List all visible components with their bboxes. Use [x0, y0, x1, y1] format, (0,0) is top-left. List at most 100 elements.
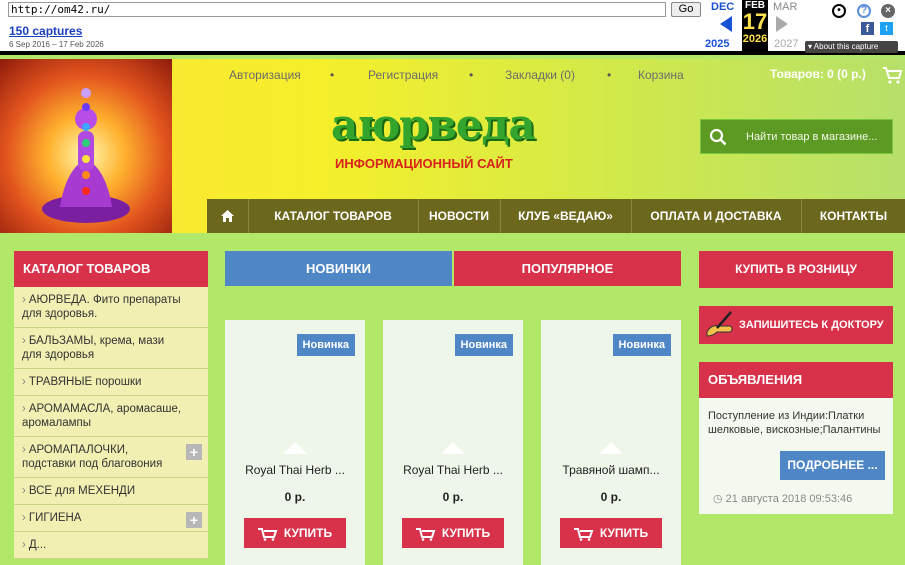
nav-contacts[interactable]: КОНТАКТЫ — [801, 199, 905, 233]
help-icon[interactable]: ? — [857, 4, 871, 18]
catalog-item-label: Д... — [28, 539, 47, 551]
tab-popular[interactable]: ПОПУЛЯРНОЕ — [454, 251, 681, 286]
image-placeholder-icon — [599, 442, 623, 454]
announcements-title: ОБЪЯВЛЕНИЯ — [699, 362, 893, 398]
product-name[interactable]: Травяной шамп... — [541, 463, 681, 477]
catalog-item-label: АЮРВЕДА. Фито препараты для здоровья. — [22, 294, 181, 320]
bookmarks-link[interactable]: Закладки (0) — [505, 68, 575, 82]
expand-plus-icon[interactable]: + — [186, 512, 202, 528]
captures-link[interactable]: 150 captures — [9, 24, 82, 38]
separator: • — [607, 68, 612, 82]
product-tabs: НОВИНКИ ПОПУЛЯРНОЕ — [225, 251, 681, 286]
nav-payment-delivery[interactable]: ОПЛАТА И ДОСТАВКА — [631, 199, 800, 233]
nav-home[interactable] — [207, 199, 247, 233]
product-name[interactable]: Royal Thai Herb ... — [225, 463, 365, 477]
nav-catalog[interactable]: КАТАЛОГ ТОВАРОВ — [248, 199, 417, 233]
facebook-icon[interactable]: f — [861, 22, 874, 35]
wayback-url-input[interactable]: http://om42.ru/ — [8, 2, 666, 17]
new-badge: Новинка — [454, 334, 513, 356]
search-icon[interactable] — [709, 128, 727, 146]
catalog-item-label: АРОМАПАЛОЧКИ, подставки под благовония — [22, 444, 163, 470]
about-capture-button[interactable]: ▾ About this capture — [805, 41, 898, 53]
product-name[interactable]: Royal Thai Herb ... — [383, 463, 523, 477]
catalog-item[interactable]: › Д... — [14, 532, 208, 559]
chevron-right-icon: › — [22, 444, 26, 456]
writing-hand-icon — [706, 311, 733, 337]
product-card[interactable]: Новинка Травяной шамп... 0 р. КУПИТЬ — [541, 320, 681, 565]
chevron-right-icon: › — [22, 403, 26, 415]
tab-new[interactable]: НОВИНКИ — [225, 251, 452, 286]
buy-label: КУПИТЬ — [283, 526, 333, 540]
image-placeholder-icon — [441, 442, 465, 454]
chevron-right-icon: › — [22, 485, 26, 497]
about-capture-label: About this capture — [813, 42, 879, 51]
clock-icon: ◷ — [713, 493, 726, 505]
meditation-image — [0, 59, 172, 233]
login-link[interactable]: Авторизация — [229, 68, 301, 82]
catalog-item-label: ТРАВЯНЫЕ порошки — [28, 376, 142, 388]
meditation-figure-icon — [42, 88, 130, 223]
current-year: 2026 — [742, 33, 768, 45]
register-link[interactable]: Регистрация — [368, 68, 438, 82]
buy-button[interactable]: КУПИТЬ — [560, 518, 662, 548]
cart-summary[interactable]: Товаров: 0 (0 р.) — [770, 67, 866, 81]
catalog-item[interactable]: › ТРАВЯНЫЕ порошки — [14, 369, 208, 396]
buy-button[interactable]: КУПИТЬ — [244, 518, 346, 548]
new-badge: Новинка — [296, 334, 355, 356]
chevron-right-icon: › — [22, 376, 26, 388]
nav-news[interactable]: НОВОСТИ — [418, 199, 499, 233]
logo-title: аюрведа — [331, 100, 536, 149]
product-card[interactable]: Новинка Royal Thai Herb ... 0 р. КУПИТЬ — [225, 320, 365, 565]
close-icon[interactable]: × — [881, 4, 895, 18]
cart-icon — [415, 527, 436, 541]
product-price: 0 р. — [442, 490, 464, 504]
twitter-icon[interactable]: t — [880, 22, 893, 35]
site-header: Авторизация • Регистрация • Закладки (0)… — [0, 59, 905, 233]
chevron-right-icon: › — [22, 335, 26, 347]
announcements-panel: ОБЪЯВЛЕНИЯ Поступление из Индии:Платки ш… — [699, 362, 893, 514]
buy-retail-button[interactable]: КУПИТЬ В РОЗНИЦУ — [699, 251, 893, 288]
nav-club[interactable]: КЛУБ «ВЕДАЮ» — [500, 199, 630, 233]
cart-icon — [257, 527, 278, 541]
chevron-right-icon: › — [22, 539, 26, 551]
current-day: 17 — [742, 9, 768, 34]
doctor-label: ЗАПИШИТЕСЬ К ДОКТОРУ — [739, 319, 884, 331]
catalog-item-label: АРОМАМАСЛА, аромасаше, аромалампы — [22, 403, 182, 429]
search-input[interactable]: Найти товар в магазине... — [746, 131, 877, 143]
catalog-item[interactable]: › ГИГИЕНА + — [14, 505, 208, 532]
buy-label: КУПИТЬ — [599, 526, 649, 540]
prev-month-link[interactable]: DEC — [711, 1, 734, 13]
buy-label: КУПИТЬ — [441, 526, 491, 540]
catalog-item[interactable]: › ВСЕ для МЕХЕНДИ — [14, 478, 208, 505]
catalog-item[interactable]: › АРОМАПАЛОЧКИ, подставки под благовония + — [14, 437, 208, 478]
announcement-date-text: 21 августа 2018 09:53:46 — [725, 493, 853, 505]
doctor-appointment-button[interactable]: ЗАПИШИТЕСЬ К ДОКТОРУ — [699, 306, 893, 344]
next-month-label: MAR — [773, 1, 798, 13]
catalog-item[interactable]: › АРОМАМАСЛА, аромасаше, аромалампы — [14, 396, 208, 437]
cart-icon[interactable] — [882, 65, 902, 85]
more-button[interactable]: ПОДРОБНЕЕ ... — [780, 451, 885, 480]
catalog-item[interactable]: › БАЛЬЗАМЫ, крема, мази для здоровья — [14, 328, 208, 369]
captures-date-range: 6 Sep 2016 – 17 Feb 2026 — [9, 40, 104, 49]
buy-button[interactable]: КУПИТЬ — [402, 518, 504, 548]
expand-plus-icon[interactable]: + — [186, 444, 202, 460]
search-box[interactable]: Найти товар в магазине... — [700, 119, 893, 154]
separator: • — [330, 68, 335, 82]
main-nav: КАТАЛОГ ТОВАРОВ НОВОСТИ КЛУБ «ВЕДАЮ» ОПЛ… — [207, 199, 905, 233]
product-price: 0 р. — [600, 490, 622, 504]
product-card[interactable]: Новинка Royal Thai Herb ... 0 р. КУПИТЬ — [383, 320, 523, 565]
user-icon[interactable]: • — [832, 4, 846, 18]
image-placeholder-icon — [283, 442, 307, 454]
wayback-go-button[interactable]: Go — [671, 2, 701, 17]
catalog-item-label: БАЛЬЗАМЫ, крема, мази для здоровья — [22, 335, 165, 361]
catalog-item-label: ГИГИЕНА — [28, 512, 82, 524]
catalog-item[interactable]: › АЮРВЕДА. Фито препараты для здоровья. — [14, 287, 208, 328]
prev-capture-arrow-icon[interactable] — [720, 16, 732, 32]
next-year-label: 2027 — [774, 38, 799, 50]
next-capture-arrow-icon — [776, 16, 788, 32]
site-logo[interactable]: аюрведа ИНФОРМАЦИОННЫЙ САЙТ — [331, 100, 546, 171]
logo-subtitle: ИНФОРМАЦИОННЫЙ САЙТ — [335, 156, 513, 171]
prev-year-link[interactable]: 2025 — [705, 38, 729, 50]
cart-link[interactable]: Корзина — [638, 68, 684, 82]
wayback-toolbar: http://om42.ru/ Go 150 captures 6 Sep 20… — [0, 0, 905, 55]
